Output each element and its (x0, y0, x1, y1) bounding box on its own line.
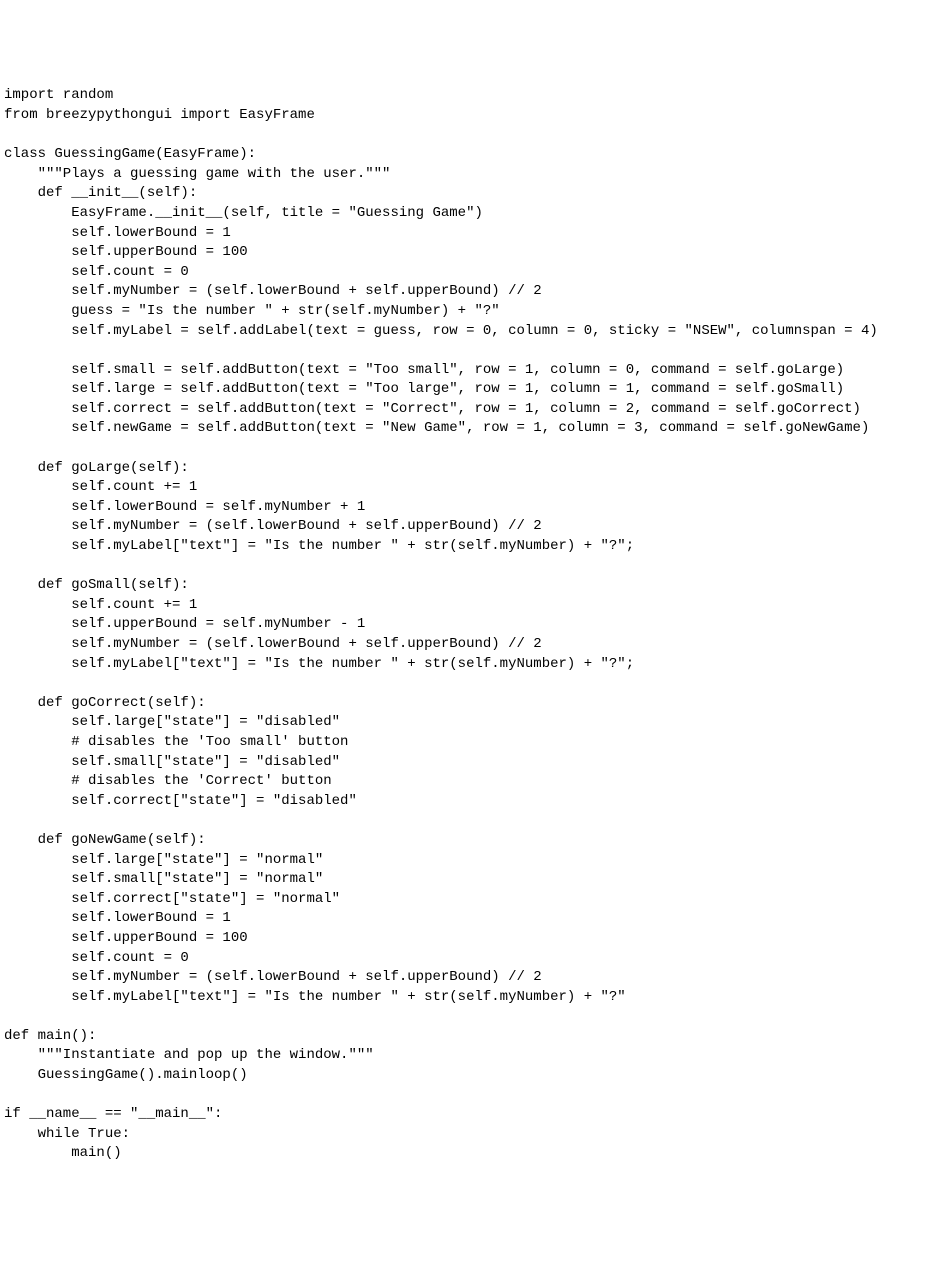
code-line (4, 341, 938, 361)
code-line (4, 811, 938, 831)
code-line: self.myLabel = self.addLabel(text = gues… (4, 322, 938, 342)
code-line: self.lowerBound = 1 (4, 224, 938, 244)
code-line: self.myLabel["text"] = "Is the number " … (4, 988, 938, 1008)
code-line: self.correct["state"] = "normal" (4, 890, 938, 910)
code-line: self.newGame = self.addButton(text = "Ne… (4, 419, 938, 439)
code-line: def goLarge(self): (4, 459, 938, 479)
code-line: self.small["state"] = "disabled" (4, 753, 938, 773)
code-line: self.myLabel["text"] = "Is the number " … (4, 655, 938, 675)
code-line: self.upperBound = 100 (4, 243, 938, 263)
code-line: self.lowerBound = 1 (4, 909, 938, 929)
code-line: self.large["state"] = "disabled" (4, 713, 938, 733)
code-line: self.correct = self.addButton(text = "Co… (4, 400, 938, 420)
code-line: # disables the 'Correct' button (4, 772, 938, 792)
code-line: def goCorrect(self): (4, 694, 938, 714)
code-line: EasyFrame.__init__(self, title = "Guessi… (4, 204, 938, 224)
code-line: GuessingGame().mainloop() (4, 1066, 938, 1086)
code-line (4, 439, 938, 459)
code-line: if __name__ == "__main__": (4, 1105, 938, 1125)
code-line: self.myLabel["text"] = "Is the number " … (4, 537, 938, 557)
code-line: self.upperBound = self.myNumber - 1 (4, 615, 938, 635)
code-line: def goSmall(self): (4, 576, 938, 596)
code-line: # disables the 'Too small' button (4, 733, 938, 753)
code-line: def main(): (4, 1027, 938, 1047)
code-line (4, 1007, 938, 1027)
code-line: def __init__(self): (4, 184, 938, 204)
code-line: main() (4, 1144, 938, 1164)
code-line: import random (4, 86, 938, 106)
code-line: self.myNumber = (self.lowerBound + self.… (4, 282, 938, 302)
code-block: import randomfrom breezypythongui import… (4, 86, 938, 1164)
code-line: self.correct["state"] = "disabled" (4, 792, 938, 812)
code-line: self.myNumber = (self.lowerBound + self.… (4, 517, 938, 537)
code-line: self.small["state"] = "normal" (4, 870, 938, 890)
code-line: guess = "Is the number " + str(self.myNu… (4, 302, 938, 322)
code-line: self.large = self.addButton(text = "Too … (4, 380, 938, 400)
code-line: """Plays a guessing game with the user."… (4, 165, 938, 185)
code-line: while True: (4, 1125, 938, 1145)
code-line: self.count += 1 (4, 478, 938, 498)
code-line (4, 1086, 938, 1106)
code-line: def goNewGame(self): (4, 831, 938, 851)
code-line: self.small = self.addButton(text = "Too … (4, 361, 938, 381)
code-line: self.count += 1 (4, 596, 938, 616)
code-line (4, 126, 938, 146)
code-line: self.large["state"] = "normal" (4, 851, 938, 871)
code-line: self.count = 0 (4, 949, 938, 969)
code-line (4, 674, 938, 694)
code-line: self.myNumber = (self.lowerBound + self.… (4, 968, 938, 988)
code-line: self.myNumber = (self.lowerBound + self.… (4, 635, 938, 655)
code-line: class GuessingGame(EasyFrame): (4, 145, 938, 165)
code-line (4, 557, 938, 577)
code-line: self.count = 0 (4, 263, 938, 283)
code-line: from breezypythongui import EasyFrame (4, 106, 938, 126)
code-line: self.lowerBound = self.myNumber + 1 (4, 498, 938, 518)
code-line: """Instantiate and pop up the window.""" (4, 1046, 938, 1066)
code-line: self.upperBound = 100 (4, 929, 938, 949)
